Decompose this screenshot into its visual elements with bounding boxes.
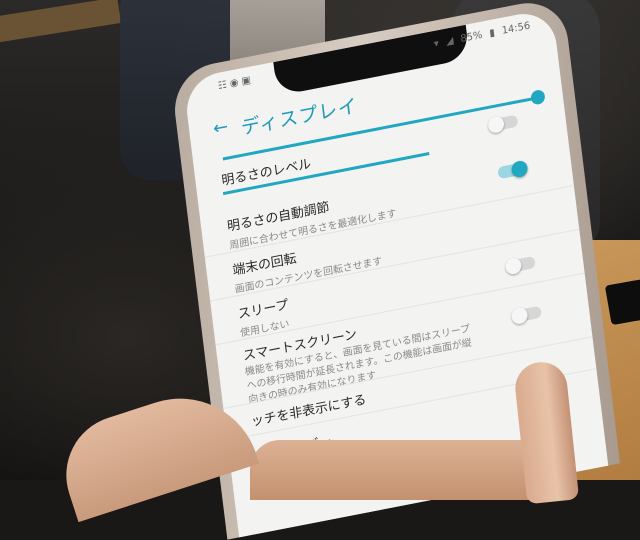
battery-icon: ▮	[488, 27, 496, 40]
wifi-icon: ▾	[433, 38, 440, 51]
battery-percent: 85%	[459, 29, 484, 45]
status-time: 14:56	[501, 20, 531, 37]
black-device-on-table	[604, 278, 640, 326]
notification-icons: ☷ ◉ ▣	[217, 74, 252, 93]
status-right: ▾ ◢ 85% ▮ 14:56	[429, 20, 531, 50]
slider-knob[interactable]	[530, 88, 546, 106]
signal-icon: ◢	[445, 35, 455, 48]
back-arrow-icon[interactable]: ←	[212, 116, 229, 140]
